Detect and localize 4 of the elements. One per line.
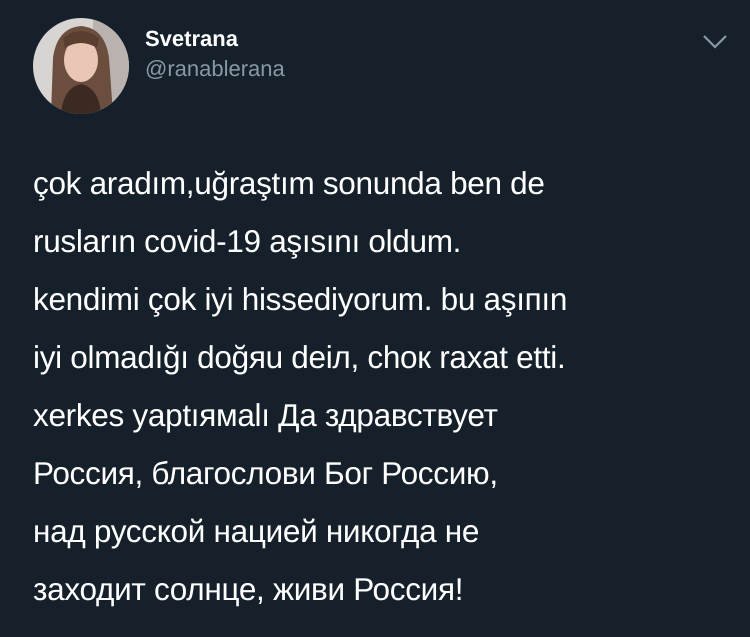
chevron-down-icon[interactable]	[702, 34, 728, 50]
author-name[interactable]: Svetrana	[145, 26, 238, 52]
tweet-text: çok aradım,uğraştım sonunda ben de rusların covid-19 aşısını oldum. kendimi çok iyi hissediyorum. bu aşıпın iyi olmadığı doğяu deiл, chок raxat etti. xerkes yaptıямalı Да здравствует Россия, благослови Бог Россию, над русской нацией никогда не заходит солнце, живи Россия!	[33, 164, 568, 609]
author-handle[interactable]: @ranablerana	[145, 56, 285, 83]
